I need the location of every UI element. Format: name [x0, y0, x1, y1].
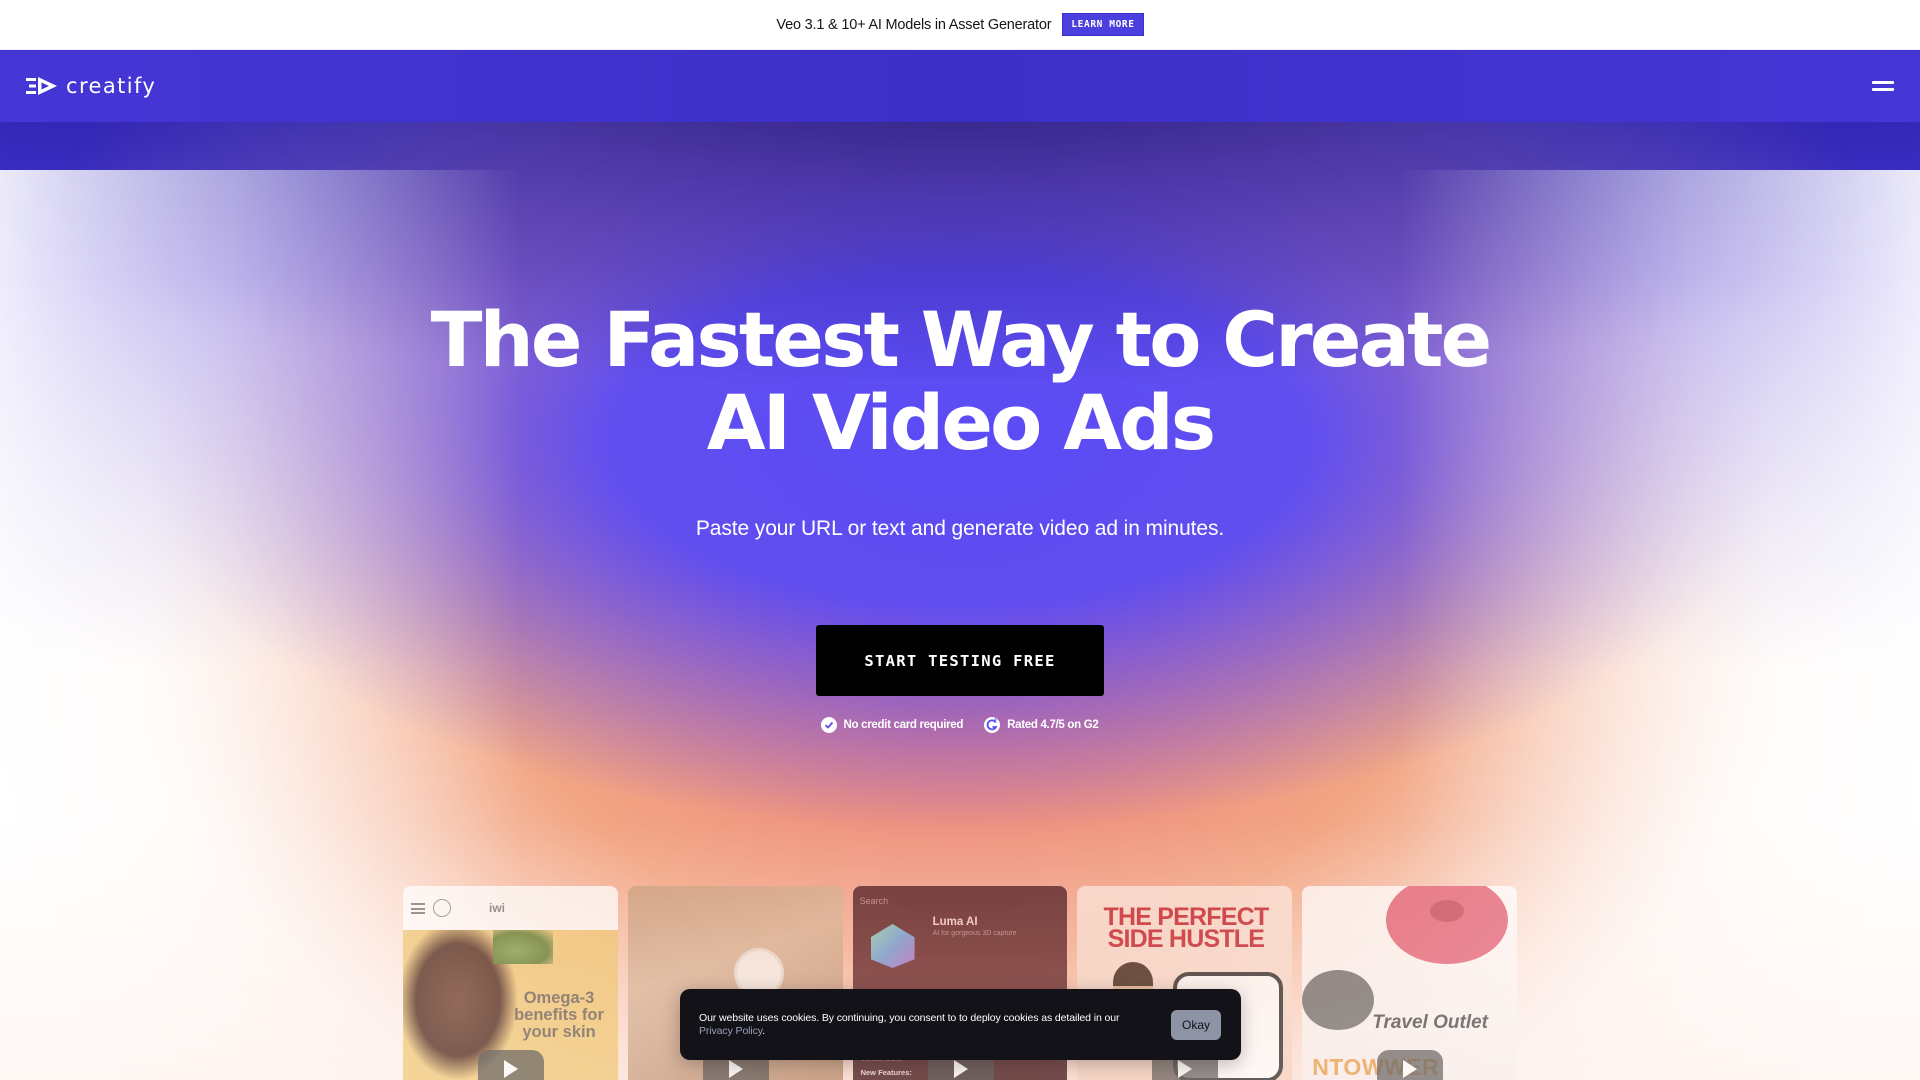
cookie-banner: Our website uses cookies. By continuing,… — [680, 989, 1241, 1060]
play-icon[interactable] — [1377, 1050, 1444, 1080]
g2-logo-icon: 2 — [984, 717, 1001, 733]
leaf-decoration — [493, 930, 553, 964]
trust-label-no-credit-card: No credit card required — [843, 719, 964, 731]
hero-headline: The Fastest Way to Create AI Video Ads — [360, 298, 1560, 464]
luma-logo-icon — [870, 924, 915, 968]
announcement-bar: Veo 3.1 & 10+ AI Models in Asset Generat… — [0, 0, 1920, 50]
card-caption: Travel Outlet — [1372, 1012, 1488, 1033]
cookie-message: Our website uses cookies. By continuing,… — [699, 1012, 1139, 1038]
cookie-text: Our website uses cookies. By continuing,… — [699, 1011, 1120, 1024]
card-caption: THE PERFECT SIDE HUSTLE — [1103, 903, 1269, 953]
hero-subheadline: Paste your URL or text and generate vide… — [695, 517, 1225, 540]
video-card-omega3[interactable]: iwi Omega-3 benefits for your skin — [403, 886, 618, 1080]
trust-g2-rating: 2 Rated 4.7/5 on G2 — [983, 716, 1099, 734]
video-card-travel-outlet[interactable]: Travel Outlet NTOWWER — [1302, 886, 1517, 1080]
creatify-logo[interactable]: creatify — [26, 74, 156, 98]
card-subtitle: AI for gorgeous 3D capture — [932, 930, 1017, 937]
start-testing-free-button[interactable]: START TESTING FREE — [816, 625, 1104, 696]
logo-wordmark: creatify — [66, 74, 157, 98]
card-title: Luma AI — [932, 916, 978, 928]
learn-more-button[interactable]: LEARN MORE — [1062, 13, 1144, 36]
play-icon[interactable] — [478, 1050, 544, 1080]
trust-no-credit-card: No credit card required — [821, 716, 963, 734]
pink-outlet-image — [1386, 886, 1509, 964]
check-circle-icon — [821, 717, 838, 733]
card-brand: iwi — [489, 901, 506, 915]
hamburger-menu-icon[interactable] — [1872, 78, 1894, 94]
cookie-text-end: . — [762, 1024, 765, 1037]
gray-outlet-image — [1302, 970, 1375, 1030]
card-caption: Omega-3 benefits for your skin — [514, 989, 604, 1041]
card-app-bar: iwi — [403, 886, 618, 930]
creatify-logo-icon — [26, 77, 57, 95]
cookie-okay-button[interactable]: Okay — [1171, 1009, 1221, 1040]
trust-label-g2-rating: Rated 4.7/5 on G2 — [1007, 719, 1099, 731]
headline-line-1: The Fastest Way to Create — [430, 295, 1493, 384]
menu-icon — [411, 902, 425, 914]
announcement-text: Veo 3.1 & 10+ AI Models in Asset Generat… — [776, 16, 1052, 33]
card-search-label: Search — [859, 896, 889, 906]
headline-line-2: AI Video Ads — [706, 378, 1216, 467]
privacy-policy-link[interactable]: Privacy Policy — [699, 1025, 762, 1037]
search-icon — [433, 899, 451, 917]
top-navigation: creatify — [0, 50, 1920, 122]
card-footer-features: New Features: — [860, 1068, 912, 1077]
trust-badges: No credit card required 2 Rated 4.7/5 on… — [816, 716, 1104, 734]
